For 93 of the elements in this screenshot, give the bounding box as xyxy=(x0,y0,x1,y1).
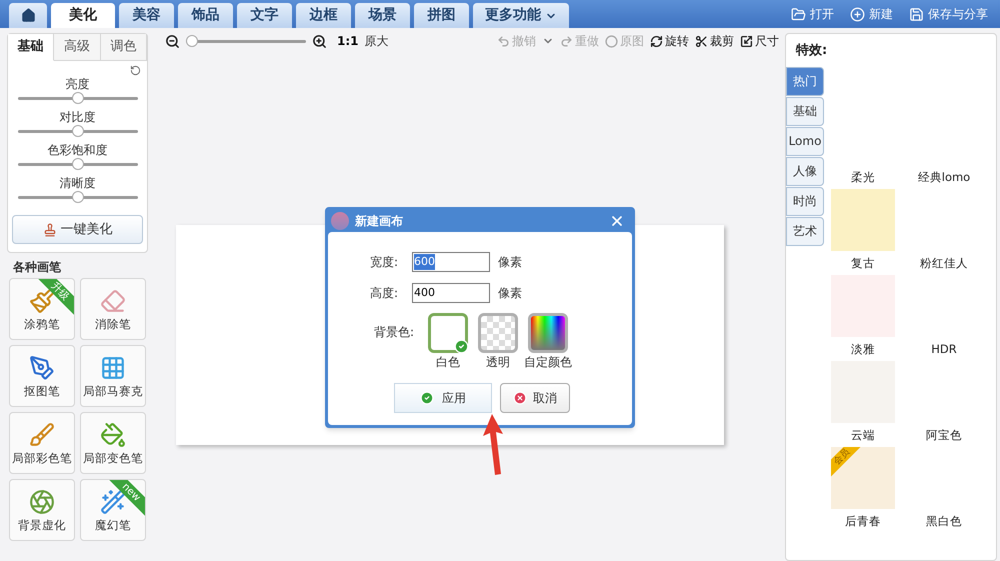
panel-tab[interactable]: 高级 xyxy=(54,34,101,61)
adjust-slider[interactable] xyxy=(18,158,138,170)
adjust-slider[interactable] xyxy=(18,92,138,104)
slider-label: 清晰度 xyxy=(60,175,96,191)
aperture-icon xyxy=(29,488,55,514)
adjust-slider[interactable] xyxy=(18,125,138,137)
new-button[interactable]: 新建 xyxy=(850,5,893,23)
effects-tab[interactable]: 热门 xyxy=(786,66,824,96)
brush-tool[interactable]: 涂鸦笔 升级 xyxy=(9,278,75,340)
unit-label: 像素 xyxy=(498,285,522,302)
effect-item[interactable]: 云端 xyxy=(829,360,897,446)
app-logo-icon xyxy=(331,212,349,230)
effects-tab[interactable]: Lomo xyxy=(786,126,824,156)
field-label: 宽度: xyxy=(368,254,399,271)
brush-tool[interactable]: 抠图笔 xyxy=(9,345,75,407)
mosaic-icon xyxy=(100,354,126,380)
apply-button[interactable]: 应用 xyxy=(394,383,492,413)
effects-tab[interactable]: 时尚 xyxy=(786,186,824,216)
effects-tab[interactable]: 人像 xyxy=(786,156,824,186)
undo-icon xyxy=(497,34,510,48)
home-button[interactable] xyxy=(9,3,47,28)
field-label: 背景色: xyxy=(372,324,415,341)
redo-icon xyxy=(560,34,573,48)
unit-label: 像素 xyxy=(498,254,522,271)
zoom-slider[interactable] xyxy=(186,35,306,47)
brush-tool[interactable]: 背景虚化 xyxy=(9,479,75,541)
slider-label: 对比度 xyxy=(60,109,96,125)
field-label: 高度: xyxy=(368,285,399,302)
brush-tool[interactable]: 局部变色笔 xyxy=(80,412,146,474)
check-icon xyxy=(454,339,469,354)
eraser-icon xyxy=(100,288,126,314)
open-button[interactable]: 打开 xyxy=(791,5,834,23)
brush-tool[interactable]: 局部马赛克 xyxy=(80,345,146,407)
number-field[interactable]: 400 xyxy=(412,283,490,303)
plus-icon xyxy=(850,6,865,22)
effect-item[interactable]: 会员 后青春 xyxy=(829,446,897,532)
home-icon xyxy=(20,8,36,23)
panel-tab[interactable]: 基础 xyxy=(8,34,54,61)
effect-item[interactable]: HDR xyxy=(910,274,978,360)
circle-icon xyxy=(605,34,618,48)
effects-tab[interactable]: 艺术 xyxy=(786,216,824,246)
actual-size-label[interactable]: 原大 xyxy=(364,32,388,50)
save-icon xyxy=(909,6,924,22)
panel-title: 特效: xyxy=(796,42,828,60)
brush-tool[interactable]: 消除笔 xyxy=(80,278,146,340)
section-title: 各种画笔 xyxy=(13,259,62,276)
reset-icon xyxy=(130,65,141,76)
top-tab[interactable]: 饰品 xyxy=(178,3,233,28)
effect-item[interactable]: 粉红佳人 xyxy=(910,188,978,274)
close-button[interactable] xyxy=(609,213,625,229)
folder-icon xyxy=(791,6,806,22)
auto-enhance-button[interactable]: 一键美化 xyxy=(12,215,143,244)
resize-icon xyxy=(740,34,753,48)
top-tab[interactable]: 拼图 xyxy=(414,3,469,28)
save-button[interactable]: 保存与分享 xyxy=(909,5,988,23)
cancel-icon xyxy=(513,391,527,405)
zoom-in-icon xyxy=(312,34,327,48)
effect-item[interactable]: 柔光 xyxy=(829,102,897,188)
brush-tool[interactable]: 魔幻笔 new xyxy=(80,479,146,541)
rotate-button[interactable]: 旋转 xyxy=(650,32,689,50)
dialog-title: 新建画布 xyxy=(355,213,403,230)
top-tab[interactable]: 更多功能 xyxy=(473,3,569,28)
arrow-icon xyxy=(482,414,504,476)
panel-tab[interactable]: 调色 xyxy=(100,34,147,61)
rotate-icon xyxy=(650,34,663,48)
stamp-icon xyxy=(42,222,56,236)
top-tab[interactable]: 文字 xyxy=(237,3,292,28)
top-tab[interactable]: 场景 xyxy=(355,3,410,28)
adjust-slider[interactable] xyxy=(18,191,138,203)
top-tab[interactable]: 美容 xyxy=(119,3,174,28)
top-tab[interactable]: 边框 xyxy=(296,3,351,28)
top-tab[interactable]: 美化 xyxy=(51,3,115,28)
paint-bucket-icon xyxy=(100,422,126,448)
slider-label: 亮度 xyxy=(66,76,90,92)
pen-icon xyxy=(29,354,55,380)
brush-icon xyxy=(29,422,55,448)
cancel-button[interactable]: 取消 xyxy=(500,383,570,413)
brush-tool[interactable]: 局部彩色笔 xyxy=(9,412,75,474)
resize-button[interactable]: 尺寸 xyxy=(740,32,779,50)
close-icon xyxy=(609,213,625,229)
zoom-out-icon xyxy=(165,34,180,48)
effect-item[interactable]: 经典lomo xyxy=(910,102,978,188)
effect-item[interactable]: 复古 xyxy=(829,188,897,274)
scissors-icon xyxy=(695,34,708,48)
zoom-ratio: 1:1 xyxy=(337,33,358,50)
check-icon xyxy=(420,391,434,405)
effect-item[interactable]: 黑白色 xyxy=(910,446,978,532)
crop-button[interactable]: 裁剪 xyxy=(695,32,734,50)
effect-item[interactable]: 阿宝色 xyxy=(910,360,978,446)
slider-label: 色彩饱和度 xyxy=(48,142,108,158)
effects-tab[interactable]: 基础 xyxy=(786,96,824,126)
effect-item[interactable]: 淡雅 xyxy=(829,274,897,360)
number-field[interactable]: 600 xyxy=(412,252,490,272)
